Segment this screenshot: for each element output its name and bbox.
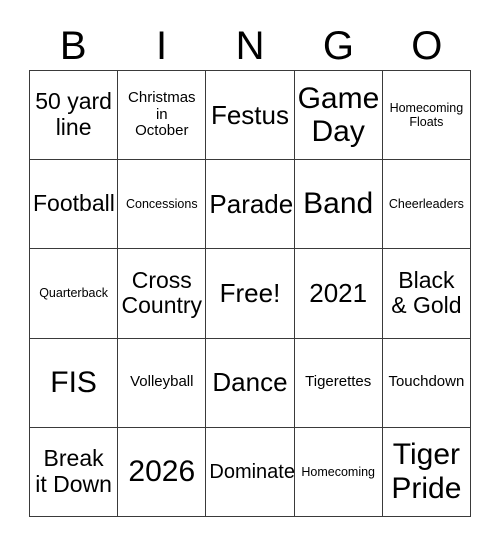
bingo-cell[interactable]: Dance [206, 338, 295, 428]
bingo-cell-label: Volleyball [130, 373, 194, 391]
bingo-cell[interactable]: Concessions [118, 160, 207, 250]
bingo-cell-label: 2021 [309, 277, 368, 308]
bingo-cell[interactable]: 50 yard line [30, 71, 119, 161]
bingo-cell[interactable]: 2026 [118, 427, 207, 517]
bingo-header-letter-n: N [235, 24, 265, 68]
bingo-cell-label: Quarterback [39, 286, 108, 301]
bingo-cell[interactable]: Volleyball [118, 338, 207, 428]
bingo-grid: 50 yard line Christmas in October Festus Ga… [29, 70, 471, 517]
bingo-header-letter-b: B [59, 24, 87, 68]
bingo-cell[interactable]: Quarterback [30, 249, 119, 339]
bingo-cell-label: Break it Down [35, 445, 112, 497]
bingo-cell[interactable]: Black & Gold [382, 249, 471, 339]
bingo-cell[interactable]: Tiger Pride [382, 427, 471, 517]
bingo-header: B I N G O [29, 22, 471, 70]
bingo-cell-label: Homecoming [301, 464, 376, 479]
bingo-cell[interactable]: Cheerleaders [382, 160, 471, 250]
bingo-cell[interactable]: 2021 [294, 249, 383, 339]
bingo-cell[interactable]: Game Day [294, 71, 383, 161]
bingo-cell[interactable]: Parade [206, 160, 295, 250]
bingo-cell-label: Dominate [209, 460, 295, 483]
bingo-cell-label: Free! [219, 277, 281, 308]
bingo-cell[interactable]: Homecoming Floats [382, 71, 471, 161]
bingo-cell[interactable]: Football [30, 160, 119, 250]
bingo-cell-label: Festus [210, 99, 289, 130]
bingo-cell-label: 50 yard line [35, 88, 112, 141]
bingo-cell[interactable]: Break it Down [30, 427, 119, 517]
bingo-cell[interactable]: Tigerettes [294, 338, 383, 428]
bingo-header-letter-g: G [322, 24, 354, 68]
bingo-cell[interactable]: Cross Country [118, 249, 207, 339]
bingo-cell-label: Tigerettes [305, 373, 372, 391]
bingo-cell-label: Concessions [126, 197, 198, 212]
bingo-cell[interactable]: Festus [206, 71, 295, 161]
bingo-cell-label: Cheerleaders [388, 197, 464, 212]
bingo-cell[interactable]: Free! [206, 249, 295, 339]
bingo-cell-label: Band [303, 187, 374, 221]
bingo-cell-label: Football [33, 190, 115, 217]
bingo-cell-label: FIS [50, 365, 97, 399]
bingo-cell-label: Parade [209, 188, 294, 219]
bingo-cell[interactable]: Band [294, 160, 383, 250]
bingo-cell[interactable]: Homecoming [294, 427, 383, 517]
bingo-cell-label: Christmas in October [128, 88, 196, 140]
bingo-header-letter-i: I [156, 24, 168, 68]
bingo-cell-label: Dance [212, 367, 288, 398]
bingo-cell-label: Touchdown [388, 373, 465, 391]
bingo-cell-label: 2026 [128, 455, 196, 489]
bingo-cell-label: Black & Gold [391, 266, 462, 319]
bingo-cell-label: Tiger Pride [391, 438, 462, 505]
bingo-cell-label: Cross Country [121, 266, 203, 319]
bingo-header-letter-o: O [411, 24, 443, 68]
bingo-cell[interactable]: Christmas in October [118, 71, 207, 161]
bingo-cell[interactable]: FIS [30, 338, 119, 428]
bingo-cell-label: Game Day [297, 81, 380, 149]
bingo-card: B I N G O 50 yard line Christmas in Octob… [0, 0, 500, 544]
bingo-cell-label: Homecoming Floats [389, 101, 464, 130]
bingo-cell[interactable]: Dominate [206, 427, 295, 517]
bingo-cell[interactable]: Touchdown [382, 338, 471, 428]
